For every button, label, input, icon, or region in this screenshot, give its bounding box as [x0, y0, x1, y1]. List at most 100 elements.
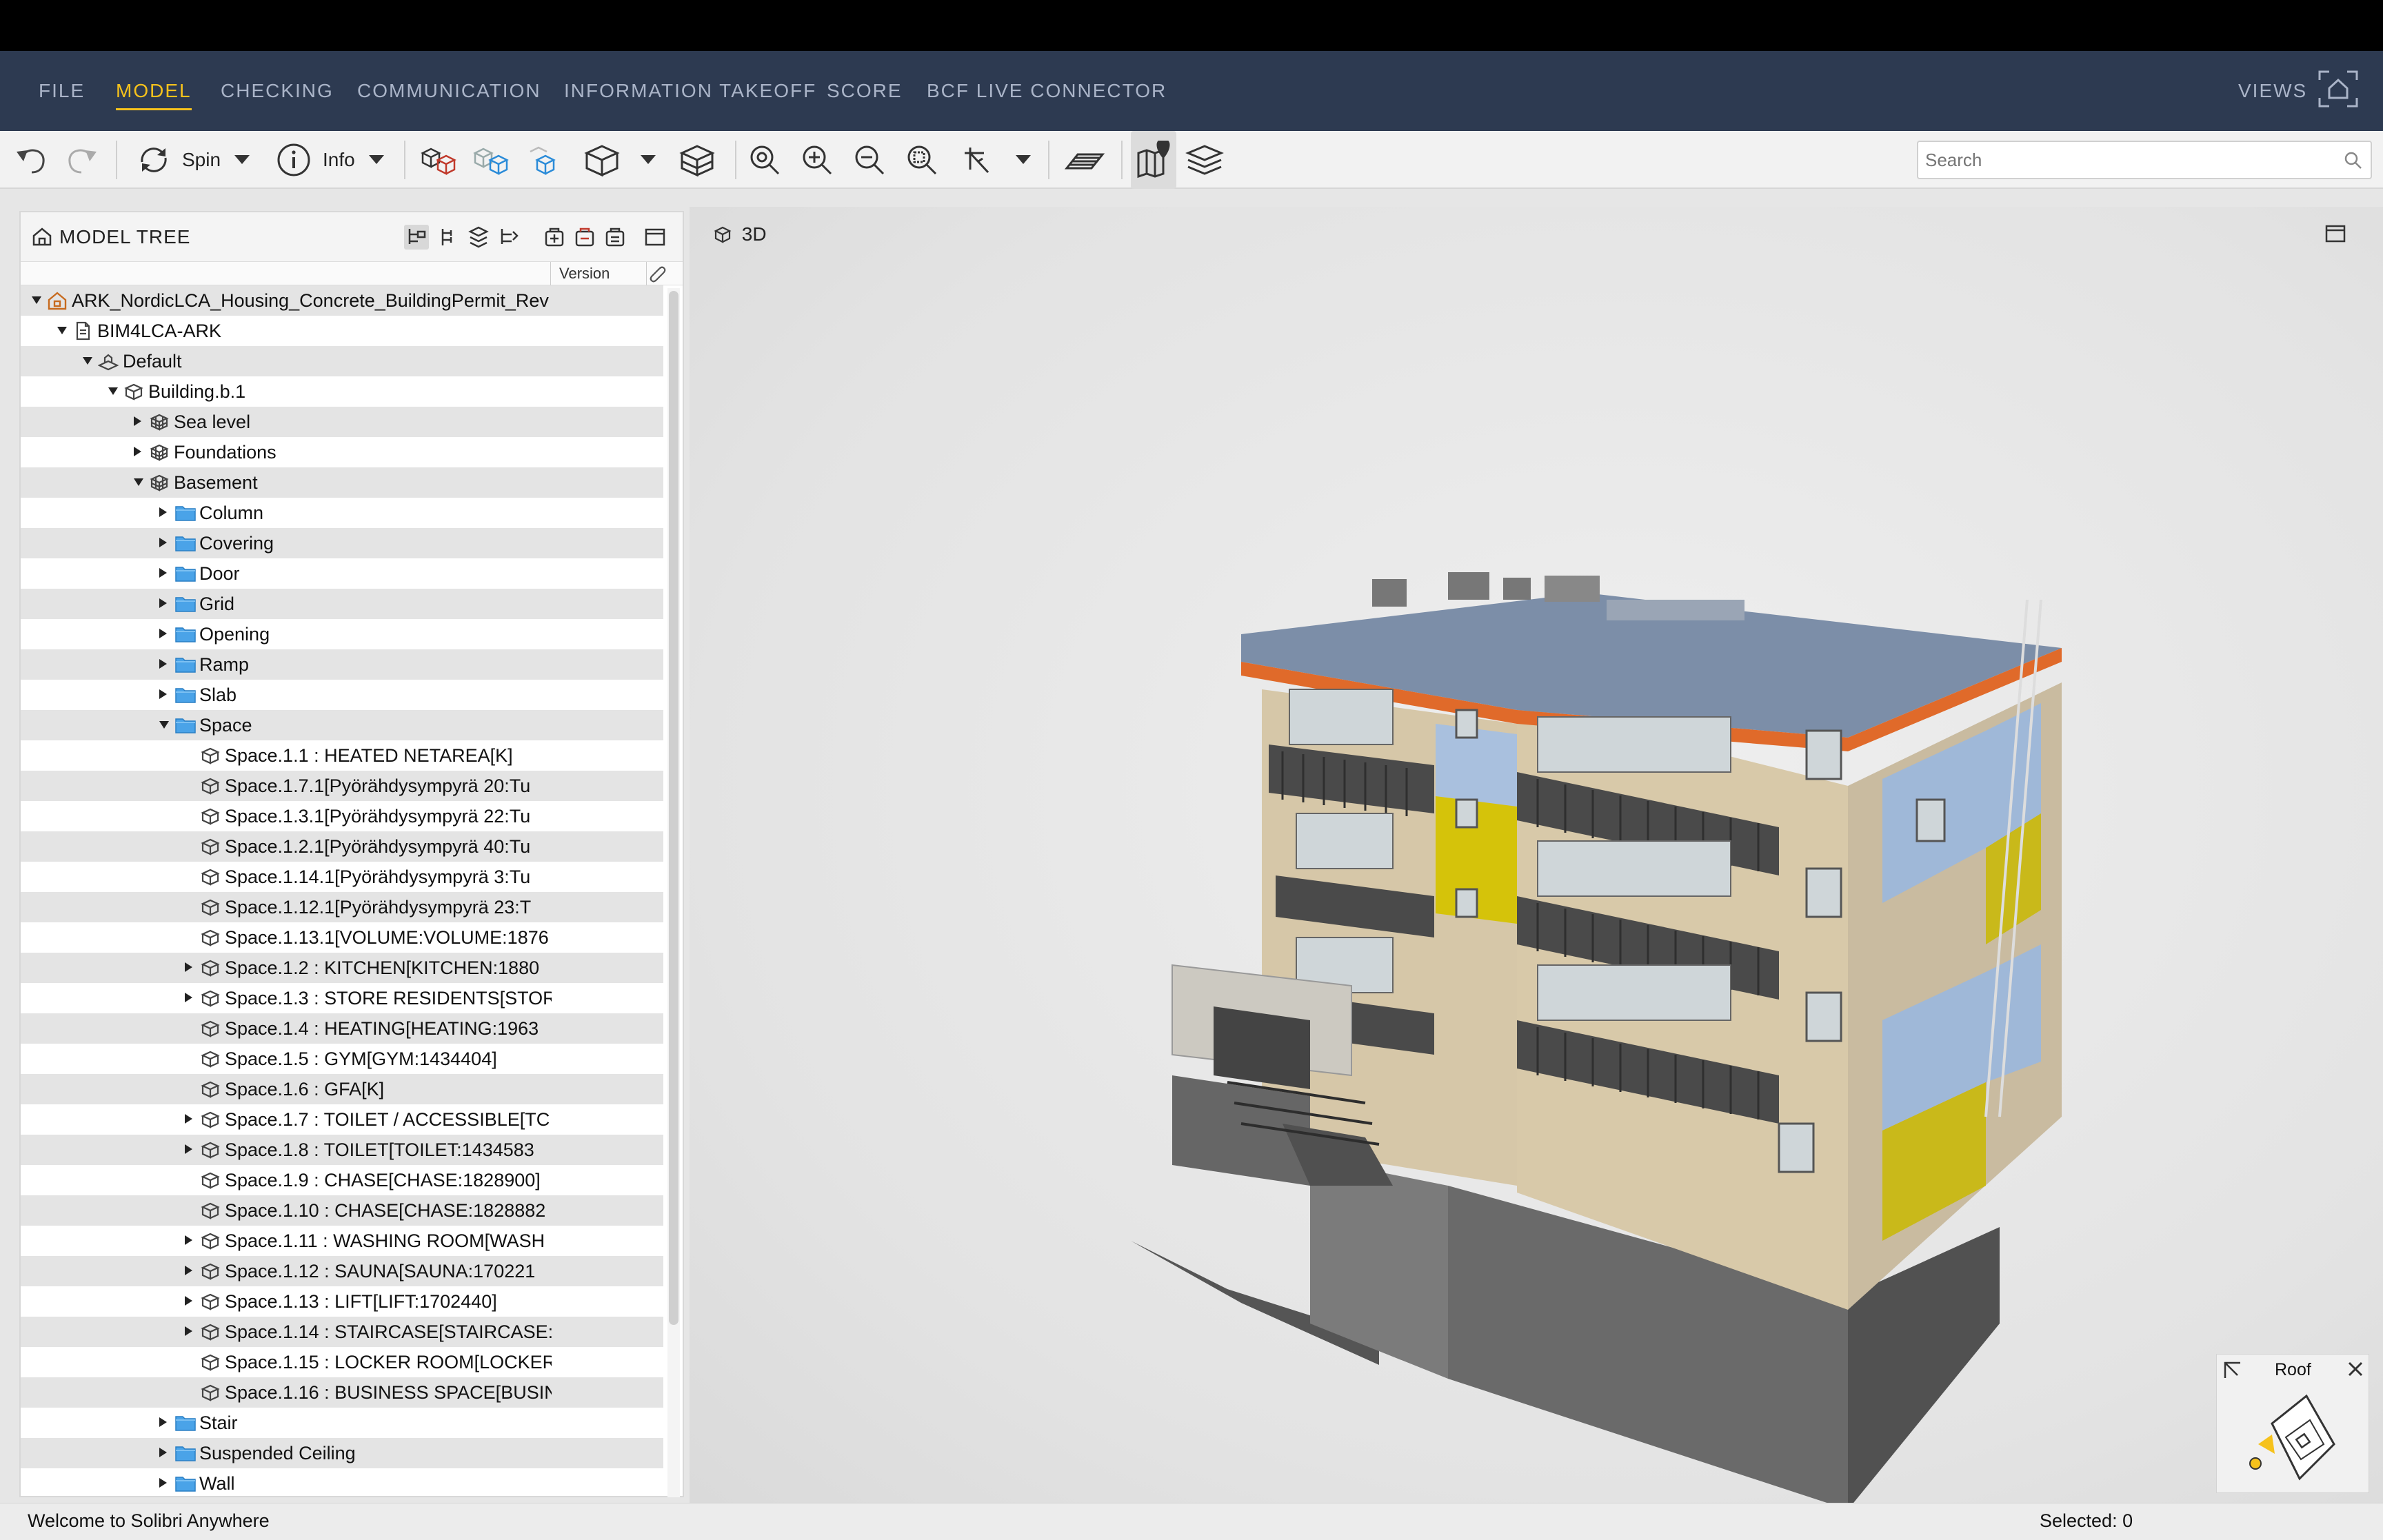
- expanded-toggle-icon[interactable]: [83, 357, 92, 365]
- collapsed-toggle-icon[interactable]: [185, 1144, 192, 1154]
- map-icon[interactable]: [1131, 131, 1176, 189]
- tree-row[interactable]: Space: [21, 710, 663, 740]
- building-model-render[interactable]: [690, 207, 2383, 1503]
- 3d-viewport[interactable]: [690, 207, 2383, 1503]
- collapsed-toggle-icon[interactable]: [185, 1235, 192, 1245]
- collapsed-toggle-icon[interactable]: [185, 1326, 192, 1336]
- collapsed-toggle-icon[interactable]: [185, 962, 192, 972]
- tree-row[interactable]: Space.1.6 : GFA[K]: [21, 1074, 663, 1104]
- basket-icon[interactable]: [603, 225, 627, 253]
- menu-views[interactable]: VIEWS: [2238, 51, 2307, 131]
- tree-row[interactable]: Space.1.8 : TOILET[TOILET:1434583: [21, 1135, 663, 1165]
- collapsed-toggle-icon[interactable]: [159, 538, 167, 547]
- tree-row[interactable]: Space.1.1 : HEATED NETAREA[K]: [21, 740, 663, 771]
- tree-row[interactable]: BIM4LCA-ARK: [21, 316, 663, 346]
- add-to-basket-icon[interactable]: [542, 225, 567, 253]
- tree-row[interactable]: Grid: [21, 589, 663, 619]
- layers-icon[interactable]: [1182, 131, 1227, 189]
- tree-row[interactable]: Space.1.13.1[VOLUME:VOLUME:1876: [21, 922, 663, 953]
- tree-scrollbar-thumb[interactable]: [669, 291, 678, 1325]
- select-all-icon[interactable]: [416, 131, 462, 189]
- menu-model[interactable]: MODEL: [116, 51, 192, 131]
- collapsed-toggle-icon[interactable]: [159, 659, 167, 669]
- tree-row[interactable]: Slab: [21, 680, 663, 710]
- zoom-out-icon[interactable]: [847, 131, 892, 189]
- box-view-icon[interactable]: [579, 131, 625, 189]
- collapsed-toggle-icon[interactable]: [185, 1266, 192, 1275]
- viewport-tab-3d[interactable]: 3D: [713, 222, 767, 245]
- section-box-icon[interactable]: [674, 131, 720, 189]
- collapsed-toggle-icon[interactable]: [159, 568, 167, 578]
- undo-icon[interactable]: [11, 131, 52, 189]
- maximize-viewport-icon[interactable]: [2324, 222, 2347, 249]
- views-home-icon[interactable]: [2317, 68, 2360, 114]
- collapsed-toggle-icon[interactable]: [185, 1296, 192, 1306]
- zoom-fit-icon[interactable]: [742, 131, 787, 189]
- tree-row[interactable]: Space.1.14.1[Pyörähdysympyrä 3:Tu: [21, 862, 663, 892]
- search-input[interactable]: [1925, 142, 2332, 178]
- expanded-toggle-icon[interactable]: [134, 478, 143, 486]
- menu-communication[interactable]: COMMUNICATION: [357, 51, 541, 131]
- search-box[interactable]: [1917, 141, 2372, 179]
- measure-icon[interactable]: [954, 131, 1000, 189]
- tree-row[interactable]: Space.1.7.1[Pyörähdysympyrä 20:Tu: [21, 771, 663, 801]
- paperclip-icon[interactable]: [647, 263, 667, 284]
- tree-row[interactable]: Space.1.13 : LIFT[LIFT:1702440]: [21, 1286, 663, 1317]
- tree-row[interactable]: Space.1.12 : SAUNA[SAUNA:170221: [21, 1256, 663, 1286]
- collapsed-toggle-icon[interactable]: [159, 598, 167, 608]
- tree-row[interactable]: Space.1.3 : STORE RESIDENTS[STORI: [21, 983, 663, 1013]
- version-column-header[interactable]: Version: [550, 262, 647, 285]
- info-button[interactable]: Info: [276, 131, 393, 189]
- collapsed-toggle-icon[interactable]: [159, 1478, 167, 1488]
- collapsed-toggle-icon[interactable]: [185, 993, 192, 1002]
- collapsed-toggle-icon[interactable]: [134, 416, 141, 426]
- isolate-icon[interactable]: [521, 131, 567, 189]
- expand-icon[interactable]: [2222, 1360, 2243, 1381]
- tree-row[interactable]: ARK_NordicLCA_Housing_Concrete_BuildingP…: [21, 285, 663, 316]
- navigation-minimap[interactable]: Roof: [2216, 1354, 2369, 1493]
- tree-row[interactable]: Covering: [21, 528, 663, 558]
- collapsed-toggle-icon[interactable]: [159, 689, 167, 699]
- search-icon[interactable]: [2343, 150, 2364, 171]
- tree-row[interactable]: Wall: [21, 1468, 663, 1497]
- tree-row[interactable]: Space.1.3.1[Pyörähdysympyrä 22:Tu: [21, 801, 663, 831]
- menu-bcf-live-connector[interactable]: BCF LIVE CONNECTOR: [927, 51, 1167, 131]
- tree-row[interactable]: Space.1.15 : LOCKER ROOM[LOCKER: [21, 1347, 663, 1377]
- collapsed-toggle-icon[interactable]: [159, 1448, 167, 1457]
- tree-row[interactable]: Sea level: [21, 407, 663, 437]
- tree-row[interactable]: Space.1.2.1[Pyörähdysympyrä 40:Tu: [21, 831, 663, 862]
- tree-row[interactable]: Space.1.10 : CHASE[CHASE:1828882: [21, 1195, 663, 1226]
- collapsed-toggle-icon[interactable]: [159, 507, 167, 517]
- maximize-panel-icon[interactable]: [643, 225, 667, 253]
- menu-file[interactable]: FILE: [39, 51, 85, 131]
- zoom-selected-icon[interactable]: [899, 131, 945, 189]
- tree-row[interactable]: Space.1.14 : STAIRCASE[STAIRCASE:: [21, 1317, 663, 1347]
- tree-systems-icon[interactable]: [496, 225, 521, 253]
- tree-row[interactable]: Suspended Ceiling: [21, 1438, 663, 1468]
- zoom-in-icon[interactable]: [794, 131, 840, 189]
- tree-row[interactable]: Space.1.7 : TOILET / ACCESSIBLE[TC: [21, 1104, 663, 1135]
- tree-location-icon[interactable]: [436, 225, 461, 253]
- expanded-toggle-icon[interactable]: [108, 387, 118, 395]
- tree-classification-icon[interactable]: [466, 225, 491, 253]
- expanded-toggle-icon[interactable]: [159, 721, 169, 729]
- tree-row[interactable]: Space.1.9 : CHASE[CHASE:1828900]: [21, 1165, 663, 1195]
- tree-row[interactable]: Space.1.4 : HEATING[HEATING:1963: [21, 1013, 663, 1044]
- tree-row[interactable]: Space.1.5 : GYM[GYM:1434404]: [21, 1044, 663, 1074]
- spin-mode-button[interactable]: Spin: [135, 131, 259, 189]
- menu-checking[interactable]: CHECKING: [221, 51, 334, 131]
- expanded-toggle-icon[interactable]: [57, 327, 67, 334]
- tree-row[interactable]: Opening: [21, 619, 663, 649]
- tree-row[interactable]: Stair: [21, 1408, 663, 1438]
- collapsed-toggle-icon[interactable]: [159, 1417, 167, 1427]
- tree-row[interactable]: Foundations: [21, 437, 663, 467]
- tree-row[interactable]: Door: [21, 558, 663, 589]
- expanded-toggle-icon[interactable]: [32, 296, 41, 304]
- slice-plane-icon[interactable]: [1062, 131, 1107, 189]
- remove-from-basket-icon[interactable]: [572, 225, 597, 253]
- menu-score[interactable]: SCORE: [827, 51, 903, 131]
- box-view-dropdown-icon[interactable]: [636, 131, 661, 189]
- collapsed-toggle-icon[interactable]: [159, 629, 167, 638]
- tree-row[interactable]: Ramp: [21, 649, 663, 680]
- tree-row[interactable]: Column: [21, 498, 663, 528]
